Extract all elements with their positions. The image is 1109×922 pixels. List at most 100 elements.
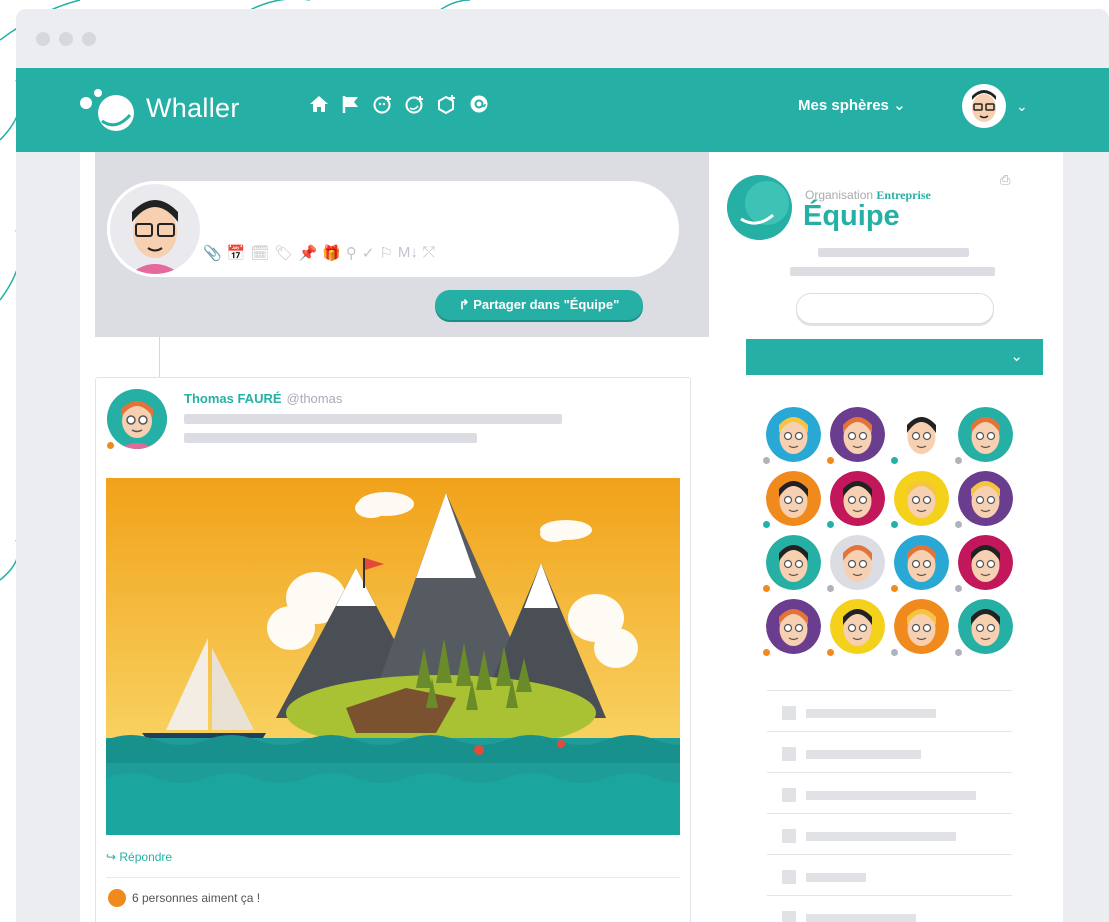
list-item-icon [782,829,796,843]
member-avatar[interactable] [958,407,1013,462]
list-item[interactable] [767,895,1012,922]
gift-icon[interactable]: 🎁 [322,244,341,262]
list-item[interactable] [767,813,1012,856]
magic-icon[interactable]: ⤲ [423,244,435,262]
print-icon[interactable]: ⎙ [1000,172,1010,188]
chevron-down-icon: ⌄ [1010,348,1023,365]
nav-icon-bar [308,92,490,116]
brand-name: Whaller [146,92,240,123]
location-icon[interactable]: ⚲ [346,244,357,262]
list-item[interactable] [767,690,1012,733]
member-avatar[interactable] [766,599,821,654]
reply-link[interactable]: ↪ Répondre [106,850,172,864]
list-item-placeholder [806,791,976,800]
member-status-dot [763,457,770,464]
my-spheres-dropdown[interactable]: Mes sphères ⌄ [798,96,906,114]
add-box-icon[interactable] [436,92,458,116]
member-avatar[interactable] [894,535,949,590]
list-item-icon [782,747,796,761]
member-avatar[interactable] [894,471,949,526]
like-icon[interactable] [108,889,126,907]
list-item-placeholder [806,873,866,882]
post-author-avatar[interactable] [107,389,167,449]
tag-icon[interactable]: 🏷 [274,244,293,262]
member-avatar[interactable] [766,535,821,590]
member-avatar[interactable] [958,535,1013,590]
member-avatar[interactable] [830,471,885,526]
home-icon[interactable] [308,92,330,116]
markdown-icon[interactable]: M↓ [398,244,418,262]
main-page: 📎 📅 🗓 🏷 📌 🎁 ⚲ ✓ ⚐ M↓ ⤲ ↱ Partager dans "… [80,152,1063,922]
post-divider [106,877,680,878]
member-avatar[interactable] [958,599,1013,654]
list-item-icon [782,870,796,884]
chevron-down-icon: ⌄ [1016,97,1028,114]
member-avatar[interactable] [958,471,1013,526]
member-avatar[interactable] [766,471,821,526]
organization-logo[interactable] [727,175,792,240]
idea-icon[interactable]: ⚐ [379,244,392,262]
author-status-dot [107,442,114,449]
member-status-dot [891,649,898,656]
user-menu[interactable]: ⌄ [962,84,1028,128]
member-status-dot [955,457,962,464]
mention-icon[interactable] [468,92,490,116]
composer-input[interactable]: 📎 📅 🗓 🏷 📌 🎁 ⚲ ✓ ⚐ M↓ ⤲ [107,181,679,277]
top-navbar: Whaller Mes sphères ⌄ ⌄ [16,68,1109,152]
list-item[interactable] [767,772,1012,815]
member-status-dot [891,457,898,464]
calendar-icon[interactable]: 📅 [227,244,246,262]
member-status-dot [763,585,770,592]
post-author-name[interactable]: Thomas FAURÉ [184,391,282,406]
window-maximize-dot[interactable] [82,32,96,46]
list-item-icon [782,788,796,802]
composer-avatar [107,181,203,277]
member-avatar[interactable] [766,407,821,462]
browser-window: Whaller Mes sphères ⌄ ⌄ 📎 📅 🗓 🏷 📌 🎁 ⚲ ✓ … [16,9,1109,922]
window-close-dot[interactable] [36,32,50,46]
attachment-icon[interactable]: 📎 [203,244,222,262]
likes-row: 6 personnes aiment ça ! [108,889,260,907]
member-avatar[interactable] [830,407,885,462]
date-icon[interactable]: 🗓 [250,244,269,262]
post-composer: 📎 📅 🗓 🏷 📌 🎁 ⚲ ✓ ⚐ M↓ ⤲ ↱ Partager dans "… [95,152,709,337]
share-button[interactable]: ↱ Partager dans "Équipe" [435,290,643,320]
member-status-dot [827,457,834,464]
list-item-placeholder [806,914,916,922]
list-item[interactable] [767,854,1012,897]
post-image[interactable] [106,478,680,835]
sphere-search-input[interactable] [796,293,994,324]
member-status-dot [955,585,962,592]
check-icon[interactable]: ✓ [362,244,375,262]
add-sphere-icon[interactable] [372,92,394,116]
list-item[interactable] [767,731,1012,774]
member-status-dot [827,649,834,656]
sphere-title: Équipe [803,200,900,232]
flag-icon[interactable] [340,92,362,116]
member-avatar[interactable] [830,599,885,654]
likes-count[interactable]: 6 personnes aiment ça ! [132,891,260,905]
list-item-icon [782,706,796,720]
post-text-placeholder [184,433,477,443]
member-status-dot [827,521,834,528]
list-item-icon [782,911,796,922]
member-status-dot [955,649,962,656]
chevron-down-icon: ⌄ [893,97,906,114]
list-item-placeholder [806,832,956,841]
add-organization-icon[interactable] [404,92,426,116]
brand-logo-link[interactable]: Whaller [78,78,240,138]
whaller-logo-icon [80,89,134,131]
member-status-dot [827,585,834,592]
user-avatar [962,84,1006,128]
member-avatar[interactable] [894,407,949,462]
member-status-dot [763,649,770,656]
list-item-placeholder [806,709,936,718]
members-dropdown-bar[interactable]: ⌄ [746,339,1043,375]
member-avatar[interactable] [894,599,949,654]
timeline-line [159,337,160,377]
window-titlebar [16,9,1109,69]
member-avatar[interactable] [830,535,885,590]
pin-icon[interactable]: 📌 [298,244,317,262]
window-minimize-dot[interactable] [59,32,73,46]
post-author-handle[interactable]: @thomas [287,391,343,406]
